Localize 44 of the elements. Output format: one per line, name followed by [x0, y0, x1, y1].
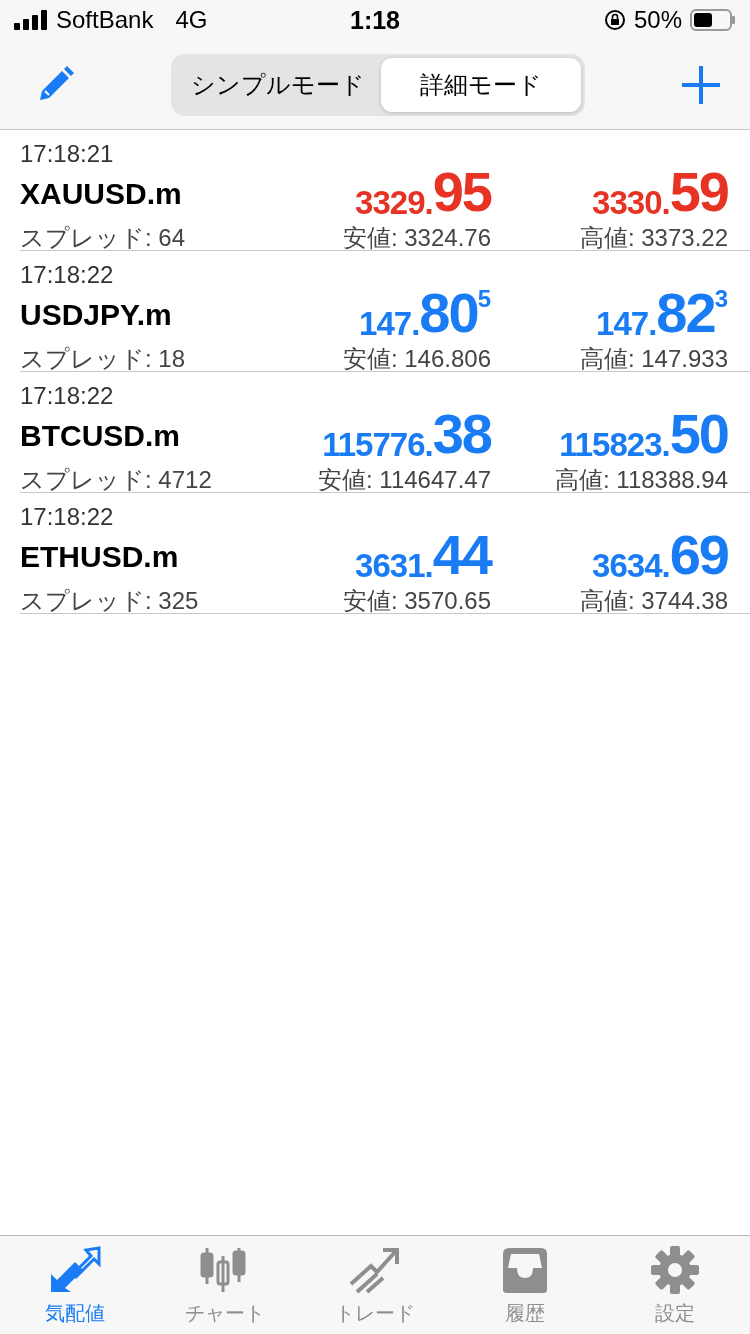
tab-bar-item[interactable]: 履歴	[450, 1236, 600, 1334]
quote-time: 17:18:22	[20, 503, 115, 531]
symbol-name: USDJPY.m	[20, 298, 173, 332]
carrier-name: SoftBank	[56, 6, 154, 34]
high-price: 高値: 3744.38	[579, 586, 728, 616]
ask-price: 3634.69	[592, 527, 728, 583]
low-price: 安値: 3570.65	[342, 586, 491, 616]
symbol-name: XAUUSD.m	[20, 177, 183, 211]
bid-price: 3329.95	[355, 164, 491, 220]
spread-label: スプレッド: 64	[20, 223, 186, 253]
bid-price: 115776.38	[322, 406, 491, 462]
high-price: 高値: 118388.94	[555, 465, 728, 495]
tab-bar-item[interactable]: 設定	[600, 1236, 750, 1334]
symbol-name: ETHUSD.m	[20, 540, 180, 574]
trend-arrow-icon	[349, 1246, 401, 1294]
spread-label: スプレッド: 4712	[20, 465, 212, 495]
signal-icon	[14, 10, 48, 30]
symbol-name: BTCUSD.m	[20, 419, 181, 453]
spread-label: スプレッド: 325	[20, 586, 199, 616]
mode-segment[interactable]: シンプルモード	[175, 57, 381, 112]
high-price: 高値: 3373.22	[579, 223, 728, 253]
ask-price: 3330.59	[592, 164, 728, 220]
tab-bar-item[interactable]: チャート	[150, 1236, 300, 1334]
settings-icon	[649, 1246, 701, 1294]
tab-bar-item[interactable]: トレード	[300, 1236, 450, 1334]
battery-icon	[690, 9, 736, 31]
add-button[interactable]	[682, 65, 720, 104]
low-price: 安値: 3324.76	[342, 223, 491, 253]
high-price: 高値: 147.933	[579, 344, 728, 374]
rotation-lock-icon	[603, 9, 626, 31]
bid-price: 3631.44	[355, 527, 491, 583]
mode-segment[interactable]: 詳細モード	[381, 57, 581, 112]
low-price: 安値: 114647.47	[318, 465, 491, 495]
clock: 1:18	[350, 5, 401, 35]
quote-time: 17:18:22	[20, 382, 115, 410]
low-price: 安値: 146.806	[342, 344, 491, 374]
network-type: 4G	[175, 6, 208, 34]
spread-label: スプレッド: 18	[20, 344, 186, 374]
tab-bar-item[interactable]: 気配値	[0, 1236, 150, 1334]
quote-time: 17:18:22	[20, 261, 115, 289]
battery-percent: 50%	[633, 6, 682, 34]
ask-price: 115823.50	[559, 406, 728, 462]
quote-time: 17:18:21	[20, 140, 115, 168]
diagonal-arrows-icon	[49, 1246, 101, 1294]
